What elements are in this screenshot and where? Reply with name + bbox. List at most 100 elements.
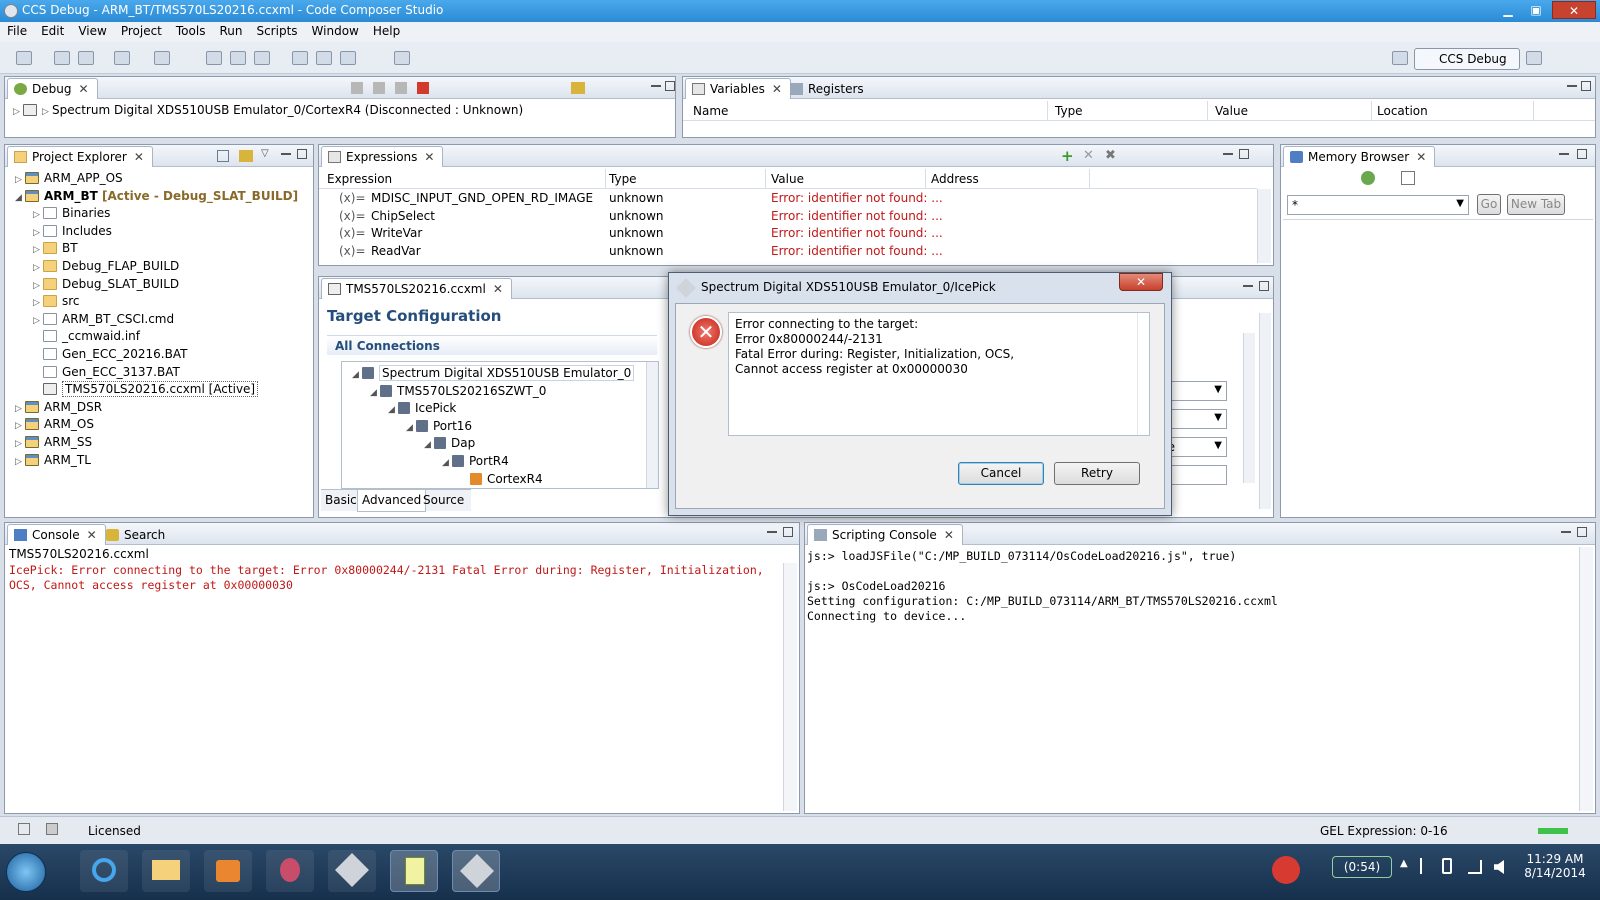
- minimize-icon[interactable]: [281, 153, 291, 155]
- network-icon[interactable]: [1468, 860, 1482, 874]
- maximize-button[interactable]: ▣: [1522, 1, 1550, 19]
- tree-item[interactable]: ▷ ARM_TL: [15, 453, 91, 470]
- minimize-icon[interactable]: [767, 531, 777, 533]
- tab-expressions[interactable]: Expressions ✕: [321, 146, 444, 167]
- menu-scripts[interactable]: Scripts: [249, 22, 304, 40]
- properties-scrollbar[interactable]: [1243, 333, 1255, 483]
- minimize-icon[interactable]: [1567, 85, 1577, 87]
- connection-node[interactable]: ◢ Port16: [406, 419, 472, 436]
- collapse-all-icon[interactable]: [217, 150, 229, 162]
- perspective-edit-icon[interactable]: [1526, 51, 1542, 65]
- col-value[interactable]: Value: [1215, 104, 1248, 118]
- save-all-icon[interactable]: [78, 51, 94, 65]
- suspend-icon[interactable]: [395, 82, 407, 94]
- col-name[interactable]: Name: [693, 104, 728, 118]
- maximize-icon[interactable]: [1259, 281, 1269, 291]
- tab-search[interactable]: Search: [99, 524, 174, 545]
- expand-icon[interactable]: ◢: [388, 405, 398, 415]
- tree-item[interactable]: _ccmwaid.inf: [33, 329, 140, 346]
- tab-source[interactable]: Source: [423, 493, 464, 507]
- stop-icon[interactable]: [417, 82, 429, 94]
- expressions-scrollbar[interactable]: [1257, 189, 1271, 263]
- tab-scripting-console[interactable]: Scripting Console ✕: [807, 524, 963, 545]
- calc-icon[interactable]: [390, 850, 438, 892]
- maximize-icon[interactable]: [1581, 81, 1591, 91]
- terminate-icon[interactable]: [351, 82, 363, 94]
- maximize-icon[interactable]: [297, 149, 307, 159]
- power-icon[interactable]: [1442, 858, 1452, 874]
- tree-item[interactable]: ▷ ARM_DSR: [15, 400, 102, 417]
- debug-target-item[interactable]: ▷ ▷ Spectrum Digital XDS510USB Emulator_0/…: [13, 103, 523, 120]
- expand-icon[interactable]: ▷: [33, 316, 43, 326]
- expand-icon[interactable]: ▷: [15, 404, 25, 414]
- ccs-icon[interactable]: [328, 850, 376, 892]
- tree-scrollbar[interactable]: [646, 362, 658, 488]
- menu-edit[interactable]: Edit: [34, 22, 71, 40]
- maximize-icon[interactable]: [1239, 149, 1249, 159]
- clock[interactable]: 11:29 AM 8/14/2014: [1520, 852, 1590, 880]
- expand-icon[interactable]: ▷: [15, 439, 25, 449]
- tree-item[interactable]: ▷ ARM_APP_OS: [15, 171, 123, 188]
- remove-expression-icon[interactable]: ✕: [1083, 148, 1094, 163]
- expand-icon[interactable]: ◢: [442, 458, 452, 468]
- tray-expand-icon[interactable]: ▲: [1400, 858, 1408, 869]
- col-location[interactable]: Location: [1377, 104, 1428, 118]
- go-button[interactable]: Go: [1477, 194, 1501, 215]
- tree-item[interactable]: ▷ ARM_BT_CSCI.cmd: [33, 312, 174, 329]
- table-row[interactable]: (x)= ReadVar unknown Error: identifier not …: [319, 244, 1239, 261]
- tree-item[interactable]: ▷ Debug_SLAT_BUILD: [33, 277, 179, 294]
- tree-item[interactable]: ◢ ARM_BT [Active - Debug_SLAT_BUILD]: [15, 189, 298, 206]
- connection-node[interactable]: ◢ Dap: [424, 436, 475, 453]
- expand-icon[interactable]: ◢: [15, 193, 25, 203]
- close-window-button[interactable]: ✕: [1552, 1, 1596, 19]
- save-memory-icon[interactable]: [1401, 171, 1415, 185]
- ie-icon[interactable]: [80, 850, 128, 892]
- menu-window[interactable]: Window: [305, 22, 366, 40]
- link-editor-icon[interactable]: [239, 150, 253, 162]
- media-player-icon[interactable]: [204, 850, 252, 892]
- menu-file[interactable]: File: [0, 22, 34, 40]
- maximize-icon[interactable]: [783, 527, 793, 537]
- pencil-icon[interactable]: [394, 51, 410, 65]
- retry-button[interactable]: Retry: [1054, 462, 1140, 485]
- tab-advanced[interactable]: Advanced: [357, 490, 427, 512]
- expand-icon[interactable]: ▷: [33, 245, 43, 255]
- minimize-icon[interactable]: [1559, 153, 1569, 155]
- expand-icon[interactable]: ▷: [15, 457, 25, 467]
- close-icon[interactable]: ✕: [87, 528, 97, 542]
- close-icon[interactable]: ✕: [134, 150, 144, 164]
- paint-icon[interactable]: [266, 850, 314, 892]
- minimize-icon[interactable]: [1223, 153, 1233, 155]
- menu-help[interactable]: Help: [366, 22, 407, 40]
- explorer-icon[interactable]: [142, 850, 190, 892]
- editor-scrollbar[interactable]: [1259, 313, 1271, 509]
- tree-item[interactable]: ▷ src: [33, 294, 80, 311]
- tab-console[interactable]: Console ✕: [7, 524, 106, 545]
- run-icon[interactable]: [340, 51, 356, 65]
- open-icon[interactable]: [114, 51, 130, 65]
- battery-status[interactable]: (0:54): [1332, 856, 1392, 878]
- tree-item[interactable]: Gen_ECC_3137.BAT: [33, 365, 180, 382]
- expand-icon[interactable]: ▷: [33, 210, 43, 220]
- expand-icon[interactable]: ▷: [15, 175, 25, 185]
- tree-item[interactable]: ▷ ARM_OS: [15, 417, 94, 434]
- tab-debug[interactable]: Debug ✕: [7, 78, 98, 99]
- menu-tools[interactable]: Tools: [169, 22, 213, 40]
- memory-address-input[interactable]: * ▼: [1287, 195, 1469, 215]
- maximize-icon[interactable]: [665, 81, 675, 91]
- connection-node[interactable]: ◢ IcePick: [388, 401, 456, 418]
- expand-icon[interactable]: ▷: [33, 298, 43, 308]
- minimize-icon[interactable]: [1561, 531, 1571, 533]
- new-icon[interactable]: [16, 51, 32, 65]
- start-button[interactable]: [6, 852, 46, 892]
- expand-icon[interactable]: ▷: [33, 281, 43, 291]
- menu-run[interactable]: Run: [212, 22, 249, 40]
- close-icon[interactable]: ✕: [944, 528, 954, 542]
- new-view-icon[interactable]: [18, 823, 30, 835]
- close-icon[interactable]: ✕: [493, 282, 503, 296]
- connection-node[interactable]: ◢ Spectrum Digital XDS510USB Emulator_0: [352, 365, 635, 383]
- minimize-icon[interactable]: [1243, 285, 1253, 287]
- refresh-icon[interactable]: [1361, 171, 1375, 185]
- save-icon[interactable]: [54, 51, 70, 65]
- load-icon[interactable]: [206, 51, 222, 65]
